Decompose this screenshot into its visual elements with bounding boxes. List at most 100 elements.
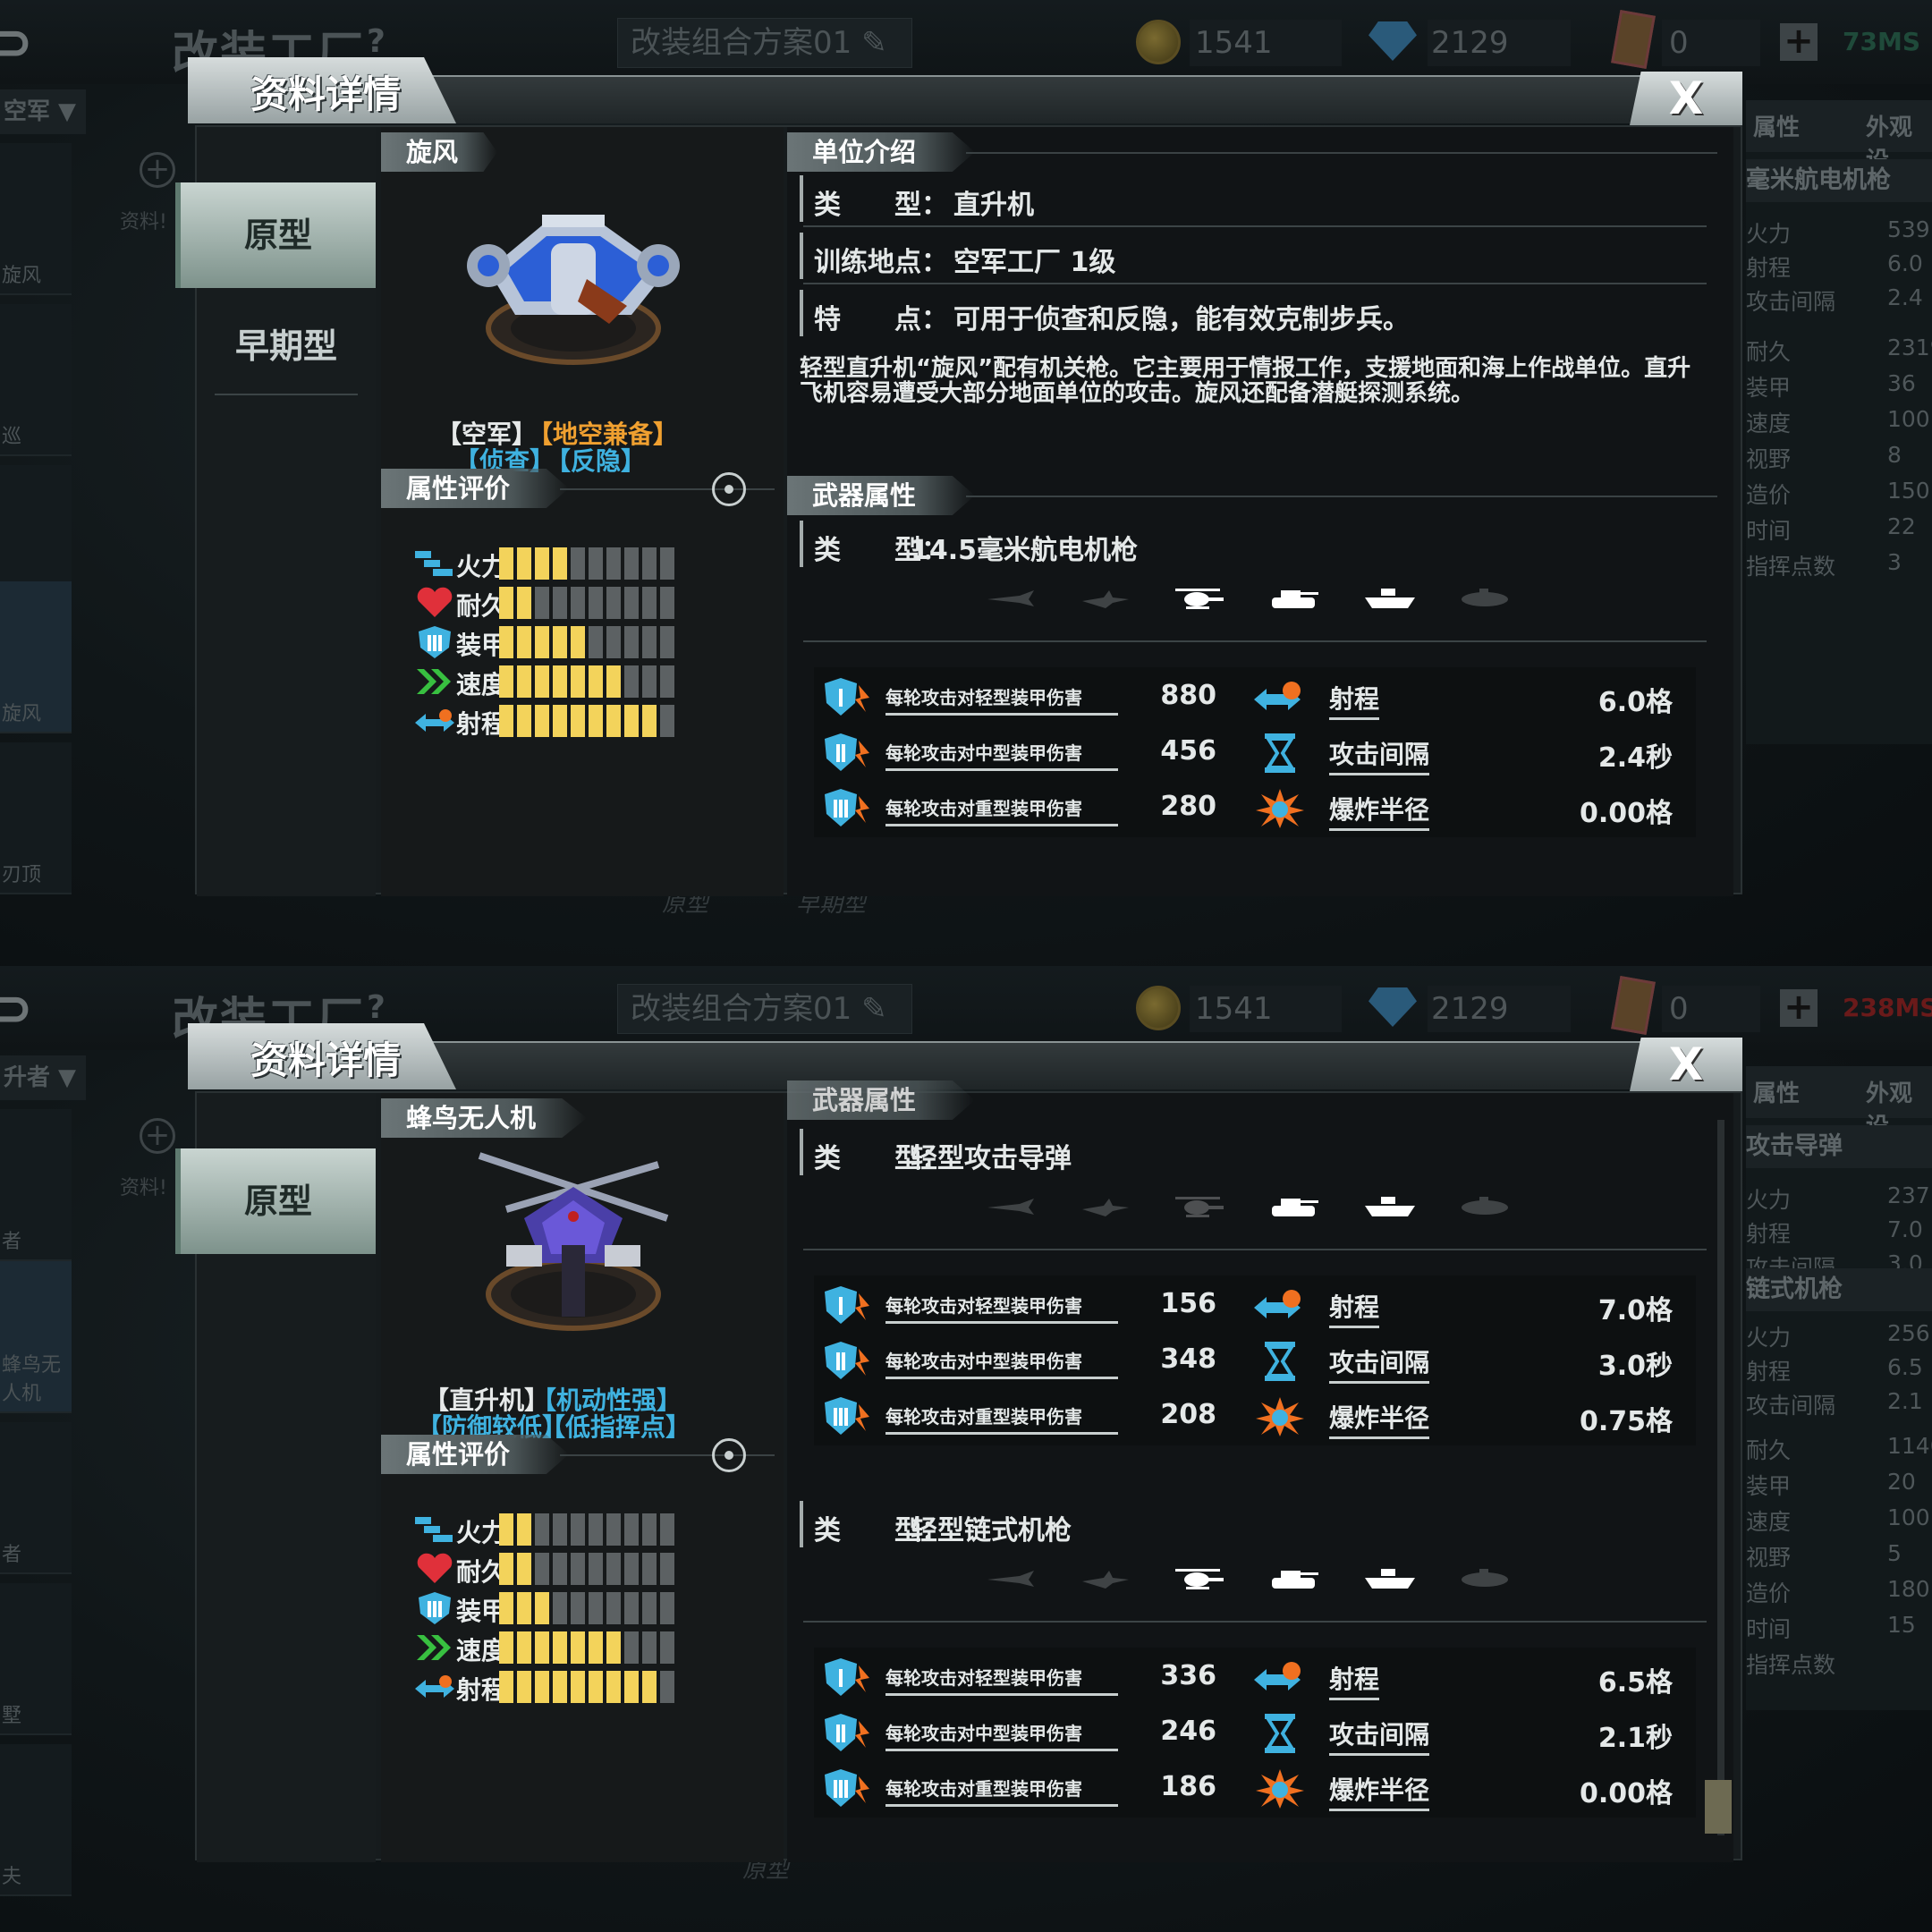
dialog-title: 资料详情 <box>250 72 402 116</box>
add-currency-button[interactable]: + <box>1780 989 1818 1027</box>
armor-bar <box>499 626 682 658</box>
help-icon[interactable]: ? <box>367 989 386 1026</box>
unit-card-selected[interactable]: 蜂鸟无人机 <box>0 1261 72 1413</box>
bar-segment <box>499 1592 513 1624</box>
helicopter-icon <box>1174 1193 1227 1220</box>
bar-segment <box>606 587 621 619</box>
close-button[interactable]: X <box>1630 1038 1742 1091</box>
bar-segment <box>589 1592 603 1624</box>
unit-card[interactable]: 刃顶 <box>0 742 72 894</box>
submarine-icon <box>1458 1565 1512 1592</box>
range-icon <box>1252 676 1308 719</box>
armor-class-3-icon <box>821 1767 871 1810</box>
unit-card-selected[interactable]: 旋风 <box>0 581 72 733</box>
tab-prototype[interactable]: 原型 <box>175 1148 376 1254</box>
damage-row: 每轮攻击对重型装甲伤害 208 爆炸半径 0.75格 <box>814 1386 1696 1445</box>
tab-early-model[interactable]: 早期型 <box>197 293 376 399</box>
unit-card[interactable]: 者 <box>0 1109 72 1261</box>
submarine-icon <box>1458 585 1512 612</box>
category-filter[interactable]: 升者 ▼ <box>0 1055 86 1100</box>
bar-segment <box>642 547 657 580</box>
bar-segment <box>660 1513 674 1546</box>
unit-card[interactable]: 巡 <box>0 304 72 456</box>
variant-tabs: 原型 <box>175 1093 376 1862</box>
close-button[interactable]: X <box>1630 72 1742 125</box>
tab-attributes[interactable]: 属性 <box>1753 109 1800 142</box>
category-filter[interactable]: 空军 ▼ <box>0 89 86 134</box>
blast-radius-icon <box>1252 787 1308 830</box>
blast-radius-label: 爆炸半径 <box>1329 1399 1430 1439</box>
helicopter-icon <box>1174 585 1227 612</box>
bar-segment <box>535 705 549 737</box>
range-value: 6.0格 <box>1597 687 1673 718</box>
bar-segment <box>553 1631 567 1664</box>
bomber-icon <box>1079 1193 1132 1220</box>
bar-segment <box>571 1631 585 1664</box>
panel-cyclone: ⊃ 改装工厂 ? 改装组合方案01 ✎ 1541 2129 0 + 73MS 空… <box>0 0 1932 966</box>
bar-segment <box>499 1513 513 1546</box>
add-currency-button[interactable]: + <box>1780 23 1818 61</box>
bar-segment <box>606 1592 621 1624</box>
rating-header: 属性评价 <box>381 1435 569 1474</box>
damage-label: 每轮攻击对中型装甲伤害 <box>886 1347 1118 1379</box>
tank-icon <box>1268 1565 1322 1592</box>
range-label: 射程 <box>1329 680 1380 720</box>
unit-card[interactable]: 夫 <box>0 1744 72 1896</box>
bar-segment <box>660 1553 674 1585</box>
damage-value: 880 <box>1160 680 1216 711</box>
damage-value: 456 <box>1160 735 1216 767</box>
attack-interval-label: 攻击间隔 <box>1329 735 1430 775</box>
refresh-icon[interactable] <box>712 1438 746 1472</box>
unit-card[interactable]: 墅 <box>0 1583 72 1735</box>
bar-segment <box>660 665 674 698</box>
unit-description: 轻型直升机“旋风”配有机关枪。它主要用于情报工作，支援地面和海上作战单位。直升飞… <box>800 355 1691 407</box>
ping-readout: 238MS <box>1843 993 1932 1022</box>
bar-segment <box>624 626 639 658</box>
add-icon[interactable]: + <box>140 152 175 188</box>
damage-row: 每轮攻击对重型装甲伤害 186 爆炸半径 0.00格 <box>814 1758 1696 1818</box>
bar-segment <box>499 1671 513 1703</box>
right-stat-row: 攻击间隔 2.4 <box>1746 284 1923 315</box>
range-value: 6.5格 <box>1597 1667 1673 1699</box>
tank-icon <box>1268 1193 1322 1220</box>
speed-bar <box>499 665 682 698</box>
damage-row: 每轮攻击对中型装甲伤害 348 攻击间隔 3.0秒 <box>814 1331 1696 1390</box>
tab-prototype[interactable]: 原型 <box>175 182 376 288</box>
bar-segment <box>517 1631 531 1664</box>
unit-card[interactable]: 者 <box>0 1422 72 1574</box>
back-button[interactable]: ⊃ <box>0 982 63 1036</box>
damage-label: 每轮攻击对轻型装甲伤害 <box>886 683 1118 716</box>
scrollbar-track[interactable] <box>1717 1120 1724 1835</box>
bomber-icon <box>1079 585 1132 612</box>
damage-value: 280 <box>1160 791 1216 822</box>
scrollbar-thumb[interactable] <box>1705 1780 1732 1834</box>
unit-card[interactable]: 旋风 <box>0 143 72 295</box>
bar-segment <box>553 626 567 658</box>
speed-icon <box>413 1630 456 1665</box>
right-weapon-title: 链式机枪 <box>1746 1268 1932 1311</box>
bar-segment <box>624 705 639 737</box>
damage-row: 每轮攻击对轻型装甲伤害 880 射程 6.0格 <box>814 667 1696 726</box>
bar-segment <box>606 1513 621 1546</box>
bar-segment <box>589 1671 603 1703</box>
range-bar <box>499 705 682 737</box>
dialog-body: 原型 早期型 旋风 【空军】 【地空兼备】 【侦查】 【反隐】 属性评价 火力耐… <box>175 125 1742 896</box>
bar-segment <box>642 1553 657 1585</box>
range-label: 射程 <box>1329 1660 1380 1700</box>
bar-segment <box>535 587 549 619</box>
damage-value: 208 <box>1160 1399 1216 1430</box>
attack-interval-value: 2.1秒 <box>1597 1723 1673 1754</box>
damage-label: 每轮攻击对轻型装甲伤害 <box>886 1292 1118 1324</box>
bar-segment <box>589 626 603 658</box>
tab-attributes[interactable]: 属性 <box>1753 1075 1800 1108</box>
intro-header-line <box>966 152 1717 154</box>
refresh-icon[interactable] <box>712 472 746 506</box>
add-icon[interactable]: + <box>140 1118 175 1154</box>
bar-segment <box>589 1513 603 1546</box>
weapon-type-value: 14.5毫米航电机枪 <box>911 535 1139 566</box>
bar-segment <box>624 547 639 580</box>
help-icon[interactable]: ? <box>367 23 386 60</box>
bar-segment <box>553 1553 567 1585</box>
back-button[interactable]: ⊃ <box>0 16 63 70</box>
right-stat-row: 指挥点数 3 <box>1746 549 1902 580</box>
